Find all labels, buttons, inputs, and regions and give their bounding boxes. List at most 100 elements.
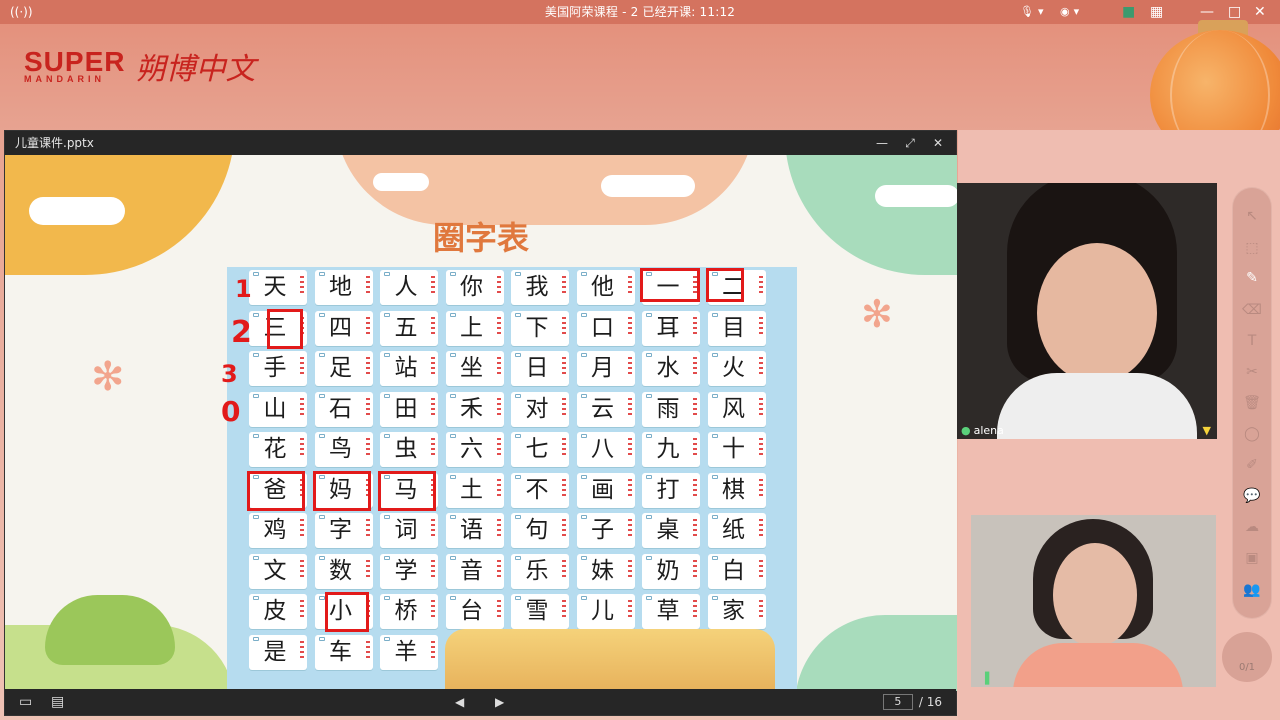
teacher-video: ▌ xyxy=(971,515,1216,687)
viewer-header: 儿童课件.pptx — ⤢ ✕ xyxy=(5,131,956,155)
counter-text: 0/1 xyxy=(1238,662,1256,673)
next-page-button[interactable]: ▶ xyxy=(495,689,504,715)
character-label: 人 xyxy=(394,274,418,300)
text-icon[interactable]: T xyxy=(1242,331,1262,351)
character-card: 桥 xyxy=(380,594,438,629)
brand-en: SUPER xyxy=(24,46,126,77)
annotation-number: 0 xyxy=(221,395,241,428)
camera-toggle[interactable]: ◉ ▾ xyxy=(1060,0,1079,24)
eraser-icon[interactable]: ⌫ xyxy=(1242,300,1262,320)
window-title: 美国阿荣课程 - 2 已经开课: 11:12 xyxy=(544,5,736,19)
character-label: 子 xyxy=(591,517,614,543)
title-bar: ((·)) 美国阿荣课程 - 2 已经开课: 11:12 🎙 ▾ ◉ ▾ ■ ▦ —… xyxy=(0,0,1280,24)
character-label: 字 xyxy=(329,517,352,543)
toolbox-icon[interactable]: ▣ xyxy=(1242,548,1262,568)
deco-cloud xyxy=(875,185,957,207)
users-icon[interactable]: 👥 xyxy=(1242,580,1262,600)
mic-icon: 🎙 xyxy=(1020,5,1034,18)
slide-title: 圈字表 xyxy=(432,219,529,257)
character-card: 雪 xyxy=(511,594,569,629)
character-label: 天 xyxy=(263,274,287,300)
character-label: 七 xyxy=(525,436,549,462)
character-card: 月 xyxy=(576,351,635,386)
student-face xyxy=(1037,243,1157,383)
pointer-icon[interactable]: ↖ xyxy=(1242,206,1262,226)
thumbnail-toggle-icon[interactable]: ▭ xyxy=(19,689,32,715)
select-icon[interactable]: ⬚ xyxy=(1242,238,1262,258)
character-label: 山 xyxy=(263,395,287,422)
character-label: 皮 xyxy=(263,598,287,624)
deco-hill xyxy=(795,615,957,691)
comment-icon[interactable]: 💬 xyxy=(1242,486,1262,506)
notes-toggle-icon[interactable]: ▤ xyxy=(51,689,64,715)
circle-annotation xyxy=(267,308,303,349)
character-card: 车 xyxy=(314,634,373,670)
character-label: 儿 xyxy=(591,598,614,624)
character-label: 句 xyxy=(525,517,549,543)
character-card: 鸡 xyxy=(249,513,307,548)
character-label: 打 xyxy=(656,476,680,503)
annotation-number: 1 xyxy=(235,275,252,303)
character-card: 足 xyxy=(314,351,373,386)
deco-cloud xyxy=(373,173,429,191)
layout-button[interactable]: ▦ xyxy=(1150,0,1163,24)
character-label: 火 xyxy=(722,355,745,381)
circle-annotation xyxy=(324,592,369,632)
circle-annotation xyxy=(378,470,436,511)
page-input[interactable]: 5 xyxy=(882,694,913,710)
mic-icon: ▌ xyxy=(985,672,994,685)
cloud-icon[interactable]: ☁ xyxy=(1242,517,1262,537)
close-icon: ✕ xyxy=(1254,4,1266,20)
character-card: 田 xyxy=(380,391,438,427)
character-label: 雨 xyxy=(656,395,680,422)
character-card: 你 xyxy=(445,270,504,305)
character-label: 纸 xyxy=(722,517,745,543)
viewer-fullscreen-button[interactable]: ⤢ xyxy=(896,131,924,155)
trash-icon[interactable]: 🗑 xyxy=(1242,393,1262,413)
shape-icon[interactable]: ◯ xyxy=(1242,424,1262,444)
scissors-icon[interactable]: ✂ xyxy=(1242,362,1262,382)
student-video: ● alena ▼ xyxy=(957,183,1217,439)
counter-badge[interactable]: 0/1 xyxy=(1222,632,1272,682)
character-card: 儿 xyxy=(576,594,635,629)
character-card: 人 xyxy=(380,270,438,305)
character-label: 乐 xyxy=(525,557,549,584)
slide-canvas[interactable]: ✻ ✻ 圈字表 天地人你我他一二三四五上下口耳目手足站坐日月水火山石田禾对云雨风… xyxy=(5,155,957,691)
character-label: 虫 xyxy=(394,436,418,462)
character-label: 文 xyxy=(263,557,287,584)
student-name: alena xyxy=(973,424,1004,437)
pen-icon[interactable]: ✎ xyxy=(1242,268,1262,288)
character-label: 站 xyxy=(394,355,418,381)
close-button[interactable]: ✕ xyxy=(1254,0,1266,24)
character-card: 妹 xyxy=(576,553,635,589)
dinosaur-illustration xyxy=(45,595,175,665)
character-card: 是 xyxy=(249,634,307,670)
chevron-down-icon: ▾ xyxy=(1073,5,1080,18)
character-card: 耳 xyxy=(642,310,700,346)
mic-toggle[interactable]: 🎙 ▾ xyxy=(1020,0,1044,24)
character-card: 山 xyxy=(249,391,307,427)
character-card: 桌 xyxy=(642,513,700,548)
viewer-close-button[interactable]: ✕ xyxy=(924,131,952,155)
character-card: 火 xyxy=(707,351,766,386)
page-total: / 16 xyxy=(918,695,942,709)
character-card: 不 xyxy=(511,472,569,508)
character-card: 句 xyxy=(511,513,569,548)
character-label: 他 xyxy=(591,274,614,300)
character-label: 车 xyxy=(329,638,352,665)
viewer-minimize-button[interactable]: — xyxy=(868,131,896,155)
circle-annotation xyxy=(640,268,700,302)
character-label: 妹 xyxy=(591,557,614,584)
character-card: 九 xyxy=(642,432,700,467)
character-label: 家 xyxy=(722,598,745,624)
character-label: 足 xyxy=(329,355,352,381)
deco-star: ✻ xyxy=(861,292,893,336)
character-card: 下 xyxy=(511,310,569,346)
teacher-shirt xyxy=(1013,643,1183,687)
character-card: 家 xyxy=(707,594,766,629)
pagination: 5 / 16 xyxy=(882,689,942,715)
brand-logo: SUPER MANDARIN 朔博中文 xyxy=(24,38,255,94)
record-button[interactable]: ■ xyxy=(1122,0,1135,24)
edit-icon[interactable]: ✐ xyxy=(1242,455,1262,475)
prev-page-button[interactable]: ◀ xyxy=(455,689,464,715)
